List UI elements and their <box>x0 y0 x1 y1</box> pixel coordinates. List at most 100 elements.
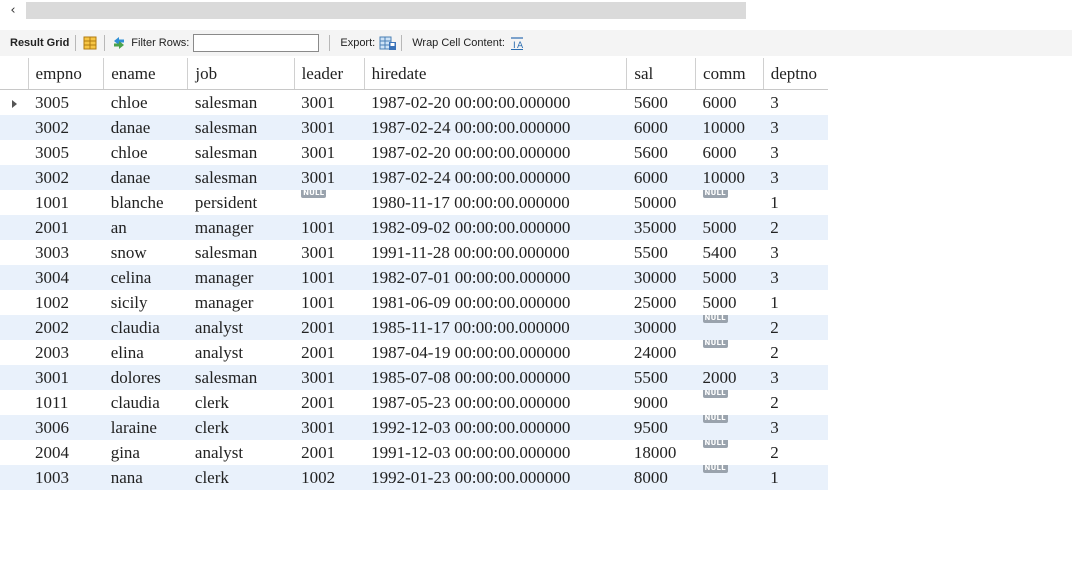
cell-ename[interactable]: claudia <box>103 315 188 340</box>
cell-hiredate[interactable]: 1987-02-20 00:00:00.000000 <box>364 140 627 165</box>
cell-leader[interactable]: 3001 <box>294 240 365 265</box>
cell-empno[interactable]: 3005 <box>28 140 104 165</box>
cell-ename[interactable]: blanche <box>103 190 188 215</box>
cell-comm[interactable]: NULL <box>695 390 764 415</box>
cell-job[interactable]: manager <box>187 265 295 290</box>
cell-sal[interactable]: 9500 <box>626 415 696 440</box>
cell-deptno[interactable]: 3 <box>763 89 828 115</box>
cell-empno[interactable]: 3002 <box>28 165 104 190</box>
cell-ename[interactable]: claudia <box>103 390 188 415</box>
column-header-sal[interactable]: sal <box>626 58 697 90</box>
filter-rows-input[interactable] <box>193 34 320 52</box>
cell-leader[interactable]: 1001 <box>294 290 365 315</box>
scroll-left-arrow-icon[interactable]: ‹ <box>6 2 20 20</box>
cell-hiredate[interactable]: 1982-09-02 00:00:00.000000 <box>364 215 627 240</box>
table-row[interactable]: 2001 an manager 1001 1982-09-02 00:00:00.000… <box>0 215 828 240</box>
cell-job[interactable]: analyst <box>187 340 295 365</box>
cell-empno[interactable]: 1003 <box>28 465 104 490</box>
row-indicator[interactable] <box>0 190 29 215</box>
cell-sal[interactable]: 30000 <box>626 315 696 340</box>
cell-hiredate[interactable]: 1985-11-17 00:00:00.000000 <box>364 315 627 340</box>
cell-ename[interactable]: gina <box>103 440 188 465</box>
row-indicator[interactable] <box>0 365 29 390</box>
row-indicator[interactable] <box>0 290 29 315</box>
cell-comm[interactable]: NULL <box>695 465 764 490</box>
row-indicator[interactable] <box>0 265 29 290</box>
cell-ename[interactable]: laraine <box>103 415 188 440</box>
cell-leader[interactable]: 3001 <box>294 415 365 440</box>
column-header-leader[interactable]: leader <box>294 58 365 90</box>
cell-hiredate[interactable]: 1987-02-20 00:00:00.000000 <box>364 89 627 115</box>
cell-deptno[interactable]: 2 <box>763 315 828 340</box>
table-row[interactable]: 3002 danae salesman 3001 1987-02-24 00:00:00… <box>0 115 828 140</box>
row-indicator[interactable] <box>0 465 29 490</box>
cell-deptno[interactable]: 2 <box>763 215 828 240</box>
row-indicator[interactable] <box>0 140 29 165</box>
cell-comm[interactable]: 10000 <box>695 165 764 190</box>
cell-sal[interactable]: 25000 <box>626 290 696 315</box>
horizontal-scrollbar[interactable]: ‹ <box>0 0 1072 24</box>
row-indicator[interactable] <box>0 440 29 465</box>
cell-leader[interactable]: 2001 <box>294 340 365 365</box>
table-row[interactable]: 1001 blanche persident NULL 1980-11-17 00:00… <box>0 190 828 215</box>
cell-hiredate[interactable]: 1991-11-28 00:00:00.000000 <box>364 240 627 265</box>
cell-hiredate[interactable]: 1987-05-23 00:00:00.000000 <box>364 390 627 415</box>
cell-hiredate[interactable]: 1980-11-17 00:00:00.000000 <box>364 190 627 215</box>
cell-empno[interactable]: 3001 <box>28 365 104 390</box>
table-row[interactable]: 1003 nana clerk 1002 1992-01-23 00:00:00.000… <box>0 465 828 490</box>
cell-ename[interactable]: an <box>103 215 188 240</box>
table-row[interactable]: 2002 claudia analyst 2001 1985-11-17 00:00:0… <box>0 315 828 340</box>
cell-ename[interactable]: dolores <box>103 365 188 390</box>
column-header-job[interactable]: job <box>187 58 295 90</box>
cell-deptno[interactable]: 1 <box>763 465 828 490</box>
cell-job[interactable]: salesman <box>187 115 295 140</box>
row-indicator[interactable] <box>0 415 29 440</box>
cell-sal[interactable]: 8000 <box>626 465 696 490</box>
cell-leader[interactable]: 3001 <box>294 140 365 165</box>
form-view-icon[interactable] <box>82 35 98 51</box>
table-row[interactable]: 3002 danae salesman 3001 1987-02-24 00:00:00… <box>0 165 828 190</box>
cell-hiredate[interactable]: 1992-12-03 00:00:00.000000 <box>364 415 627 440</box>
row-indicator[interactable] <box>0 115 29 140</box>
cell-empno[interactable]: 1002 <box>28 290 104 315</box>
cell-hiredate[interactable]: 1985-07-08 00:00:00.000000 <box>364 365 627 390</box>
cell-deptno[interactable]: 3 <box>763 365 828 390</box>
cell-leader[interactable]: 2001 <box>294 440 365 465</box>
row-indicator[interactable] <box>0 340 29 365</box>
table-row[interactable]: 3004 celina manager 1001 1982-07-01 00:00:00… <box>0 265 828 290</box>
row-indicator[interactable] <box>0 215 29 240</box>
cell-hiredate[interactable]: 1987-02-24 00:00:00.000000 <box>364 115 627 140</box>
cell-ename[interactable]: sicily <box>103 290 188 315</box>
table-row[interactable]: 3005 chloe salesman 3001 1987-02-20 00:00:00… <box>0 140 828 165</box>
cell-leader[interactable]: 2001 <box>294 390 365 415</box>
column-header-ename[interactable]: ename <box>103 58 189 90</box>
cell-sal[interactable]: 9000 <box>626 390 696 415</box>
cell-sal[interactable]: 6000 <box>626 115 696 140</box>
cell-deptno[interactable]: 2 <box>763 440 828 465</box>
cell-hiredate[interactable]: 1991-12-03 00:00:00.000000 <box>364 440 627 465</box>
cell-empno[interactable]: 1011 <box>28 390 104 415</box>
cell-job[interactable]: salesman <box>187 240 295 265</box>
cell-leader[interactable]: 3001 <box>294 365 365 390</box>
cell-ename[interactable]: nana <box>103 465 188 490</box>
cell-comm[interactable]: 5000 <box>695 265 764 290</box>
cell-comm[interactable]: 6000 <box>695 89 764 115</box>
cell-hiredate[interactable]: 1981-06-09 00:00:00.000000 <box>364 290 627 315</box>
cell-job[interactable]: salesman <box>187 140 295 165</box>
cell-ename[interactable]: chloe <box>103 140 188 165</box>
cell-job[interactable]: salesman <box>187 365 295 390</box>
cell-ename[interactable]: danae <box>103 115 188 140</box>
cell-ename[interactable]: chloe <box>103 89 188 115</box>
row-indicator[interactable] <box>0 390 29 415</box>
cell-comm[interactable]: 2000 <box>695 365 764 390</box>
cell-job[interactable]: clerk <box>187 390 295 415</box>
cell-ename[interactable]: snow <box>103 240 188 265</box>
table-row[interactable]: 1011 claudia clerk 2001 1987-05-23 00:00:00.… <box>0 390 828 415</box>
row-indicator[interactable] <box>0 315 29 340</box>
scrollbar-thumb[interactable] <box>26 2 746 19</box>
cell-ename[interactable]: elina <box>103 340 188 365</box>
cell-empno[interactable]: 3005 <box>28 89 104 115</box>
cell-sal[interactable]: 5500 <box>626 365 696 390</box>
cell-leader[interactable]: 2001 <box>294 315 365 340</box>
cell-ename[interactable]: celina <box>103 265 188 290</box>
